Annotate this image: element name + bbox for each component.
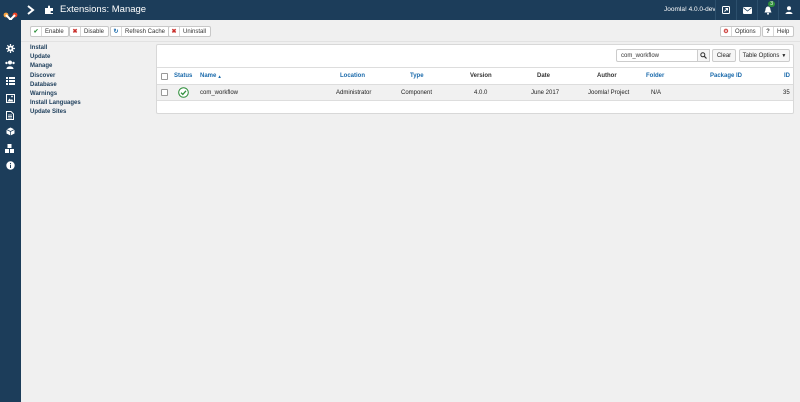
uninstall-button-label: Uninstall: [183, 28, 207, 35]
help-button[interactable]: ? Help: [762, 26, 795, 37]
sidebar-item-help[interactable]: [5, 160, 15, 170]
column-version: Version: [470, 73, 492, 79]
subnav-warnings[interactable]: Warnings: [30, 90, 81, 99]
column-location[interactable]: Location: [340, 68, 365, 84]
sidebar-item-menus[interactable]: [5, 76, 15, 86]
extension-name: com_workflow: [200, 89, 239, 96]
options-button[interactable]: ⚙ Options: [720, 26, 761, 37]
select-all-checkbox[interactable]: [161, 72, 168, 80]
sidebar-item-extensions[interactable]: [5, 143, 15, 153]
info-icon: [5, 160, 15, 170]
caret-down-icon: ▼: [781, 52, 787, 59]
column-type[interactable]: Type: [410, 68, 424, 84]
users-icon: [5, 60, 15, 69]
column-date: Date: [537, 73, 551, 79]
user-icon: [785, 6, 793, 14]
gear-icon: ⚙: [721, 27, 732, 36]
help-button-label: Help: [777, 28, 790, 35]
column-author: Author: [597, 73, 617, 79]
search-icon: [700, 52, 707, 59]
extension-location: Administrator: [336, 89, 372, 96]
top-bar: Extensions: Manage Joomla! 4.0.0-dev 3: [0, 0, 800, 20]
uninstall-button[interactable]: ✖ Uninstall: [168, 26, 212, 37]
enable-button[interactable]: ✔ Enable: [30, 26, 69, 37]
check-circle-icon: [178, 87, 189, 98]
subnav-update-sites[interactable]: Update Sites: [30, 108, 81, 117]
version-label: Joomla! 4.0.0-dev: [664, 6, 716, 13]
subnav-discover[interactable]: Discover: [30, 72, 81, 81]
row-checkbox[interactable]: [161, 89, 168, 96]
search-button[interactable]: [697, 49, 710, 62]
column-name-label: Name: [200, 73, 217, 79]
notification-count-badge: 3: [768, 1, 775, 7]
user-menu-button[interactable]: [778, 0, 799, 20]
subnav-update[interactable]: Update: [30, 53, 81, 62]
extension-folder: N/A: [651, 89, 662, 96]
refresh-icon: ↻: [111, 27, 122, 36]
chevron-right-icon: [26, 5, 35, 15]
status-toggle[interactable]: [178, 85, 189, 100]
column-folder[interactable]: Folder: [646, 68, 664, 84]
sidebar-item-users[interactable]: [5, 59, 15, 69]
clear-button[interactable]: Clear: [712, 49, 736, 62]
sidebar-item-content[interactable]: [5, 110, 15, 120]
notifications-button[interactable]: 3: [757, 0, 778, 20]
cube-icon: [5, 127, 15, 135]
subnav-install[interactable]: Install: [30, 44, 81, 53]
preview-site-button[interactable]: [715, 0, 736, 20]
column-id[interactable]: ID: [784, 68, 790, 84]
image-icon: [5, 93, 15, 103]
subnav-database[interactable]: Database: [30, 81, 81, 90]
extensions-panel: com_workflow Clear Table Options ▼ Statu…: [156, 44, 794, 114]
envelope-icon: [742, 6, 752, 14]
disable-button-label: Disable: [84, 28, 105, 35]
table-row: com_workflow Administrator Component 4.0…: [157, 85, 793, 101]
action-toolbar: ✔ Enable ✖ Disable ↻ Refresh Cache ✖ Uni…: [21, 20, 800, 42]
extensions-subnav: Install Update Manage Discover Database …: [30, 44, 81, 118]
options-button-label: Options: [735, 28, 756, 35]
check-icon: ✔: [31, 27, 42, 36]
table-options-label: Table Options: [742, 52, 780, 59]
enable-button-label: Enable: [45, 28, 64, 35]
refresh-cache-button[interactable]: ↻ Refresh Cache: [110, 26, 171, 37]
menu-toggle-button[interactable]: [22, 0, 39, 20]
question-icon: ?: [763, 27, 774, 36]
messages-button[interactable]: [736, 0, 757, 20]
puzzle-icon: [45, 5, 53, 14]
gear-icon: [5, 43, 15, 53]
refresh-cache-button-label: Refresh Cache: [125, 28, 166, 35]
times-icon: ✖: [169, 27, 180, 36]
column-status[interactable]: Status: [174, 68, 192, 84]
sidebar-item-components[interactable]: [5, 126, 15, 136]
sidebar-item-media[interactable]: [5, 93, 15, 103]
extension-author: Joomla! Project: [588, 89, 630, 96]
sidebar: [0, 20, 21, 402]
search-input[interactable]: com_workflow: [616, 49, 698, 62]
table-header: Status Name ▲ Location Type Version Date…: [157, 67, 793, 85]
table-options-button[interactable]: Table Options ▼: [739, 49, 790, 62]
subnav-manage[interactable]: Manage: [30, 62, 81, 71]
times-icon: ✖: [70, 27, 81, 36]
extension-date: June 2017: [531, 89, 560, 96]
extension-type: Component: [401, 89, 433, 96]
cubes-icon: [5, 143, 14, 153]
external-link-icon: [722, 6, 730, 14]
sort-asc-icon: ▲: [217, 73, 222, 79]
file-icon: [6, 110, 14, 120]
row-checkbox-cell: [161, 85, 168, 100]
extension-id: 35: [783, 89, 790, 96]
select-all-checkbox-cell: [161, 68, 168, 84]
column-package-id[interactable]: Package ID: [710, 68, 742, 84]
page-title: Extensions: Manage: [60, 4, 147, 15]
subnav-install-languages[interactable]: Install Languages: [30, 99, 81, 108]
sidebar-item-system[interactable]: [5, 43, 15, 53]
list-icon: [5, 77, 15, 85]
disable-button[interactable]: ✖ Disable: [69, 26, 110, 37]
extension-version: 4.0.0: [474, 89, 488, 96]
column-name[interactable]: Name ▲: [200, 68, 222, 84]
